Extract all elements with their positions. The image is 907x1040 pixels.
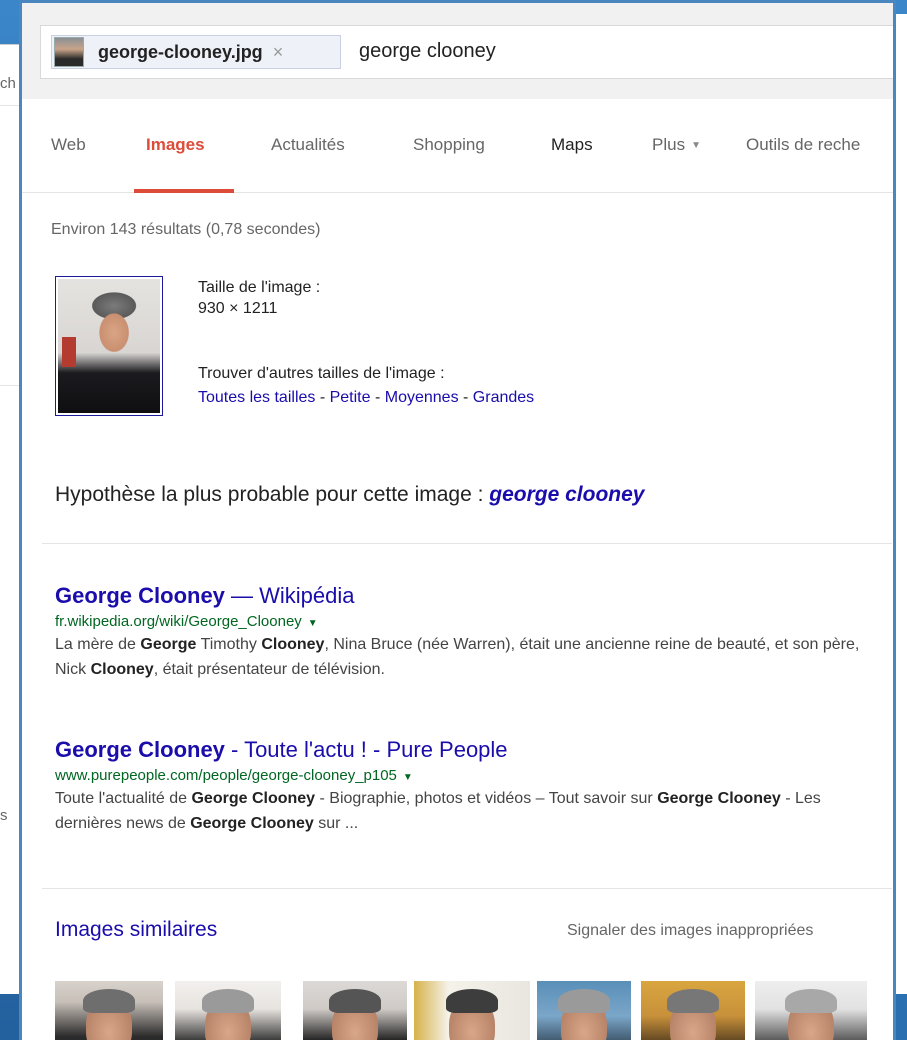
tab-search-tools[interactable]: Outils de reche <box>746 135 860 155</box>
chip-close-icon[interactable]: × <box>273 42 284 63</box>
image-size-value: 930 × 1211 <box>198 300 278 317</box>
tab-maps[interactable]: Maps <box>551 135 593 155</box>
peek-text: ch <box>0 75 16 92</box>
snippet-highlight: George Clooney <box>190 815 314 832</box>
thumb-hair <box>558 989 610 1013</box>
search-result: George Clooney — Wikipédia fr.wikipedia.… <box>55 583 885 682</box>
similar-images-title[interactable]: Images similaires <box>55 918 217 942</box>
size-separator: - <box>458 389 473 406</box>
snippet-highlight: Clooney <box>90 661 154 678</box>
best-guess-label: Hypothèse la plus probable pour cette im… <box>55 483 490 506</box>
similar-image-thumbnail[interactable] <box>303 981 407 1040</box>
search-tabs: Web Images Actualités Shopping Maps Plus… <box>22 99 893 193</box>
query-image-chip[interactable]: george-clooney.jpg × <box>51 35 341 69</box>
chevron-down-icon[interactable]: ▼ <box>403 772 413 783</box>
similar-image-thumbnail[interactable] <box>755 981 867 1040</box>
snippet-highlight: Clooney <box>261 636 325 653</box>
tab-actualites[interactable]: Actualités <box>271 135 345 155</box>
thumb-hair <box>83 989 135 1013</box>
chevron-down-icon: ▼ <box>691 140 701 151</box>
image-size-label: Taille de l'image : <box>198 279 321 296</box>
size-link-medium[interactable]: Moyennes <box>385 389 459 406</box>
size-link-all[interactable]: Toutes les tailles <box>198 389 315 406</box>
result-title-rest: — Wikipédia <box>224 583 355 608</box>
query-image-preview[interactable] <box>55 276 163 416</box>
section-divider <box>42 543 892 544</box>
similar-images-strip <box>55 981 893 1040</box>
search-result: George Clooney - Toute l'actu ! - Pure P… <box>55 737 885 836</box>
similar-image-thumbnail[interactable] <box>537 981 631 1040</box>
thumb-hair <box>329 989 381 1013</box>
snippet-text: Timothy <box>196 636 262 653</box>
result-url-text: www.purepeople.com/people/george-clooney… <box>55 767 397 784</box>
search-bar-area: george-clooney.jpg × george clooney <box>22 3 893 99</box>
active-tab-indicator <box>134 189 234 193</box>
similar-image-thumbnail[interactable] <box>414 981 530 1040</box>
report-images-link[interactable]: Signaler des images inappropriées <box>567 922 813 940</box>
snippet-highlight: George <box>140 636 197 653</box>
tab-shopping[interactable]: Shopping <box>413 135 485 155</box>
result-snippet: La mère de George Timothy Clooney, Nina … <box>55 632 885 682</box>
size-separator: - <box>370 389 385 406</box>
other-sizes-links: Toutes les tailles - Petite - Moyennes -… <box>198 389 534 407</box>
snippet-text: Toute l'actualité de <box>55 790 192 807</box>
result-snippet: Toute l'actualité de George Clooney - Bi… <box>55 786 885 836</box>
tab-images[interactable]: Images <box>146 135 205 155</box>
best-guess: Hypothèse la plus probable pour cette im… <box>55 483 644 507</box>
search-results-window: george-clooney.jpg × george clooney Web … <box>19 0 896 1040</box>
result-stats: Environ 143 résultats (0,78 secondes) <box>51 221 321 238</box>
section-divider <box>42 888 892 889</box>
chip-filename: george-clooney.jpg <box>98 41 263 62</box>
snippet-text: - Biographie, photos et vidéos – Tout sa… <box>315 790 658 807</box>
peek-text: s <box>0 807 8 824</box>
result-url: fr.wikipedia.org/wiki/George_Clooney ▼ <box>55 613 885 630</box>
similar-image-thumbnail[interactable] <box>641 981 745 1040</box>
thumb-hair <box>446 989 498 1013</box>
thumb-hair <box>202 989 254 1013</box>
query-image-thumbnail <box>54 37 84 67</box>
thumb-hair <box>667 989 719 1013</box>
result-title-link[interactable]: George Clooney — Wikipédia <box>55 583 885 609</box>
photo-background-detail <box>62 337 76 367</box>
search-query-text[interactable]: george clooney <box>359 40 496 63</box>
chevron-down-icon[interactable]: ▼ <box>308 618 318 629</box>
snippet-text: sur ... <box>313 815 359 832</box>
result-url: www.purepeople.com/people/george-clooney… <box>55 767 885 784</box>
result-url-text: fr.wikipedia.org/wiki/George_Clooney <box>55 613 302 630</box>
other-sizes-label: Trouver d'autres tailles de l'image : <box>198 365 445 382</box>
size-link-small[interactable]: Petite <box>330 389 371 406</box>
snippet-text: La mère de <box>55 636 141 653</box>
result-title-rest: - Toute l'actu ! - Pure People <box>224 737 508 762</box>
result-title-bold: George Clooney <box>55 583 225 608</box>
size-separator: - <box>315 389 330 406</box>
result-title-link[interactable]: George Clooney - Toute l'actu ! - Pure P… <box>55 737 885 763</box>
result-title-bold: George Clooney <box>55 737 225 762</box>
tab-plus[interactable]: Plus ▼ <box>652 135 701 155</box>
similar-image-thumbnail[interactable] <box>175 981 281 1040</box>
thumb-hair <box>785 989 837 1013</box>
best-guess-link[interactable]: george clooney <box>489 483 644 506</box>
search-input[interactable]: george-clooney.jpg × george clooney <box>40 25 893 79</box>
size-link-large[interactable]: Grandes <box>473 389 534 406</box>
snippet-text: , était présentateur de télévision. <box>153 661 385 678</box>
similar-image-thumbnail[interactable] <box>55 981 163 1040</box>
snippet-highlight: George Clooney <box>191 790 316 807</box>
tab-plus-label: Plus <box>652 135 686 154</box>
tab-web[interactable]: Web <box>51 135 86 155</box>
snippet-highlight: George Clooney <box>657 790 781 807</box>
